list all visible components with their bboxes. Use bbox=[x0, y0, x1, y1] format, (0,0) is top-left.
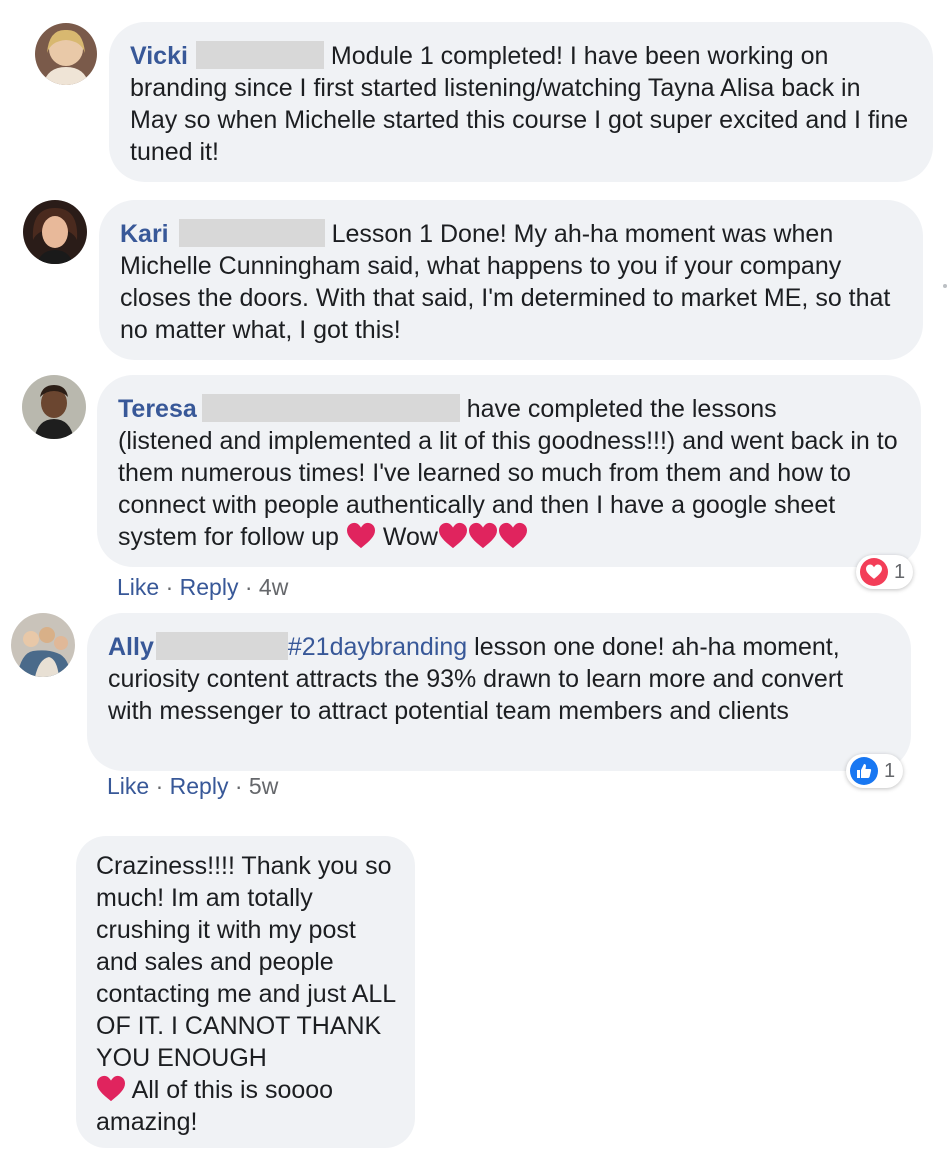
comment-kari: Kari Lesson 1 Done! My ah-ha moment was … bbox=[0, 190, 952, 365]
reply-button[interactable]: Reply bbox=[180, 574, 239, 600]
redacted-name bbox=[201, 394, 460, 422]
message-text-continued: All of this is soooo amazing! bbox=[96, 1076, 334, 1136]
heart-emoji-icon bbox=[498, 522, 527, 549]
comment-text: have completed the lessons bbox=[459, 395, 777, 423]
comment-author[interactable]: Teresa bbox=[118, 395, 197, 423]
heart-emoji-icon bbox=[438, 522, 467, 549]
message-text: Craziness!!!! Thank you so much! Im am t… bbox=[96, 852, 396, 1072]
comment-vicki: Vicki Module 1 completed! I have been wo… bbox=[0, 0, 952, 190]
comment-timestamp[interactable]: 5w bbox=[249, 773, 278, 799]
like-button[interactable]: Like bbox=[107, 773, 149, 799]
heart-emoji-icon bbox=[346, 522, 375, 549]
separator: · bbox=[228, 773, 249, 799]
comment-text-wow: Wow bbox=[375, 523, 438, 551]
reaction-number: 1 bbox=[894, 560, 906, 583]
reaction-count[interactable]: 1 bbox=[856, 555, 914, 589]
reply-button[interactable]: Reply bbox=[170, 773, 229, 799]
reaction-number: 1 bbox=[884, 759, 896, 782]
comment-actions: Like · Reply · 5w bbox=[107, 773, 278, 800]
separator: · bbox=[238, 574, 259, 600]
comment-bubble: Ally #21daybranding lesson one done! ah-h… bbox=[87, 613, 911, 771]
comment-author[interactable]: Kari bbox=[120, 220, 169, 248]
comment-text-continued: branding since I first started listening… bbox=[130, 74, 909, 166]
comment-text: Lesson 1 Done! My ah-ha moment was when bbox=[324, 220, 834, 248]
heart-reaction-icon bbox=[860, 558, 888, 586]
redacted-name bbox=[195, 41, 324, 69]
comment-teresa: Teresa have completed the lessons (liste… bbox=[0, 365, 952, 605]
comment-bubble: Vicki Module 1 completed! I have been wo… bbox=[109, 22, 933, 182]
comment-text: Module 1 completed! I have been working … bbox=[323, 42, 829, 70]
reaction-count[interactable]: 1 bbox=[846, 754, 904, 788]
separator: · bbox=[159, 574, 180, 600]
like-reaction-icon bbox=[850, 757, 878, 785]
like-button[interactable]: Like bbox=[117, 574, 159, 600]
comment-timestamp[interactable]: 4w bbox=[259, 574, 288, 600]
comment-actions: Like · Reply · 4w bbox=[117, 574, 288, 601]
comment-text: lesson one done! ah-ha moment, bbox=[467, 633, 840, 661]
redacted-name bbox=[178, 219, 325, 247]
comment-bubble: Teresa have completed the lessons (liste… bbox=[97, 375, 921, 567]
scroll-indicator bbox=[943, 284, 947, 288]
message-bubble: Craziness!!!! Thank you so much! Im am t… bbox=[76, 836, 415, 1148]
avatar[interactable] bbox=[23, 200, 87, 264]
comment-bubble: Kari Lesson 1 Done! My ah-ha moment was … bbox=[99, 200, 923, 360]
heart-emoji-icon bbox=[468, 522, 497, 549]
redacted-name bbox=[155, 632, 288, 660]
comment-ally: Ally #21daybranding lesson one done! ah-h… bbox=[0, 605, 952, 815]
comment-text-continued: curiosity content attracts the 93% drawn… bbox=[108, 665, 844, 725]
comment-author[interactable]: Vicki bbox=[130, 42, 188, 70]
avatar[interactable] bbox=[11, 613, 75, 677]
heart-emoji-icon bbox=[97, 1075, 125, 1102]
hashtag-link[interactable]: #21daybranding bbox=[288, 633, 467, 661]
comment-text-continued: Michelle Cunningham said, what happens t… bbox=[120, 252, 891, 344]
avatar[interactable] bbox=[35, 23, 97, 85]
avatar[interactable] bbox=[22, 375, 86, 439]
comment-author[interactable]: Ally bbox=[108, 633, 154, 661]
separator: · bbox=[149, 773, 170, 799]
